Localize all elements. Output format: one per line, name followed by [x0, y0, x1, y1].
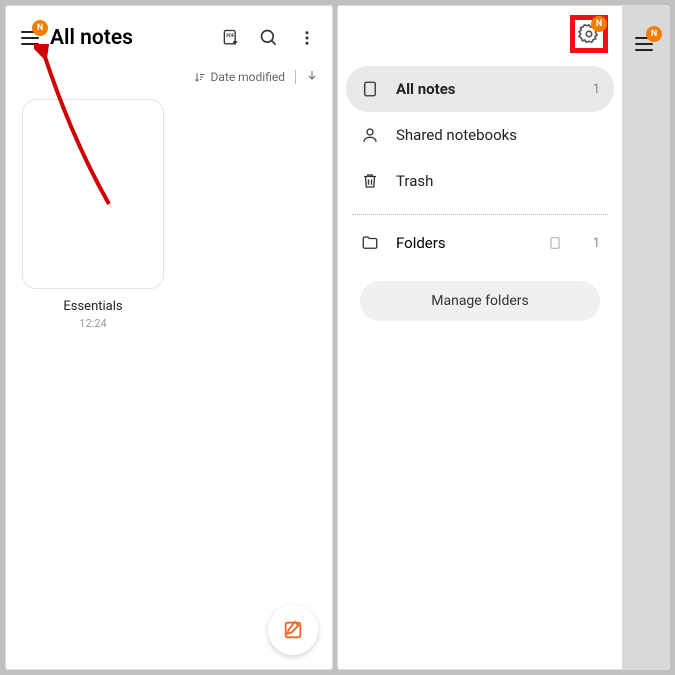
more-options-button[interactable] — [296, 27, 318, 49]
settings-button[interactable]: N — [577, 22, 601, 46]
background-peek: N — [622, 6, 669, 669]
menu-label: Folders — [396, 234, 531, 252]
sort-button[interactable]: Date modified — [194, 70, 285, 84]
sort-label-text: Date modified — [210, 70, 285, 84]
pdf-export-button[interactable]: PDF — [220, 27, 242, 49]
trash-icon — [360, 171, 380, 191]
page-title: All notes — [50, 26, 220, 50]
sort-direction-button[interactable] — [306, 68, 318, 85]
menu-count: 1 — [593, 82, 600, 97]
person-icon — [360, 125, 380, 145]
drawer-header: N — [338, 6, 622, 62]
menu-button[interactable]: N — [16, 24, 44, 52]
search-button[interactable] — [258, 27, 280, 49]
navigation-drawer: N All notes 1 Shared notebooks — [338, 6, 622, 669]
notification-badge: N — [32, 20, 48, 36]
notes-icon — [360, 79, 380, 99]
note-card[interactable] — [22, 99, 164, 289]
folder-icon — [360, 233, 380, 253]
settings-badge: N — [591, 16, 607, 32]
background-menu-button[interactable]: N — [630, 30, 658, 58]
topbar-actions: PDF — [220, 27, 324, 49]
notification-badge: N — [646, 26, 662, 42]
main-screen: N All notes PDF — [6, 6, 332, 669]
menu-item-trash[interactable]: Trash — [346, 158, 614, 204]
menu-item-all-notes[interactable]: All notes 1 — [346, 66, 614, 112]
menu-label: Trash — [396, 172, 600, 190]
compose-button[interactable] — [268, 605, 318, 655]
menu-label: All notes — [396, 80, 577, 98]
menu-label: Shared notebooks — [396, 126, 600, 144]
note-title: Essentials — [22, 299, 164, 314]
sort-icon — [194, 71, 206, 83]
manage-folders-button[interactable]: Manage folders — [360, 281, 600, 321]
topbar: N All notes PDF — [6, 6, 332, 64]
notes-grid: Essentials 12:24 — [6, 95, 332, 334]
divider — [295, 70, 296, 84]
menu-item-shared[interactable]: Shared notebooks — [346, 112, 614, 158]
drawer-screen: N All notes 1 Shared notebooks — [338, 6, 669, 669]
notebook-icon — [547, 235, 563, 251]
menu-count: 1 — [593, 236, 600, 251]
note-timestamp: 12:24 — [22, 317, 164, 330]
sort-bar: Date modified — [6, 64, 332, 95]
arrow-down-icon — [306, 68, 318, 82]
compose-icon — [282, 619, 304, 641]
divider — [352, 214, 608, 215]
menu-item-folders[interactable]: Folders 1 — [338, 221, 622, 265]
drawer-menu: All notes 1 Shared notebooks Trash — [338, 62, 622, 208]
settings-highlight: N — [570, 15, 608, 53]
svg-text:PDF: PDF — [226, 34, 234, 39]
